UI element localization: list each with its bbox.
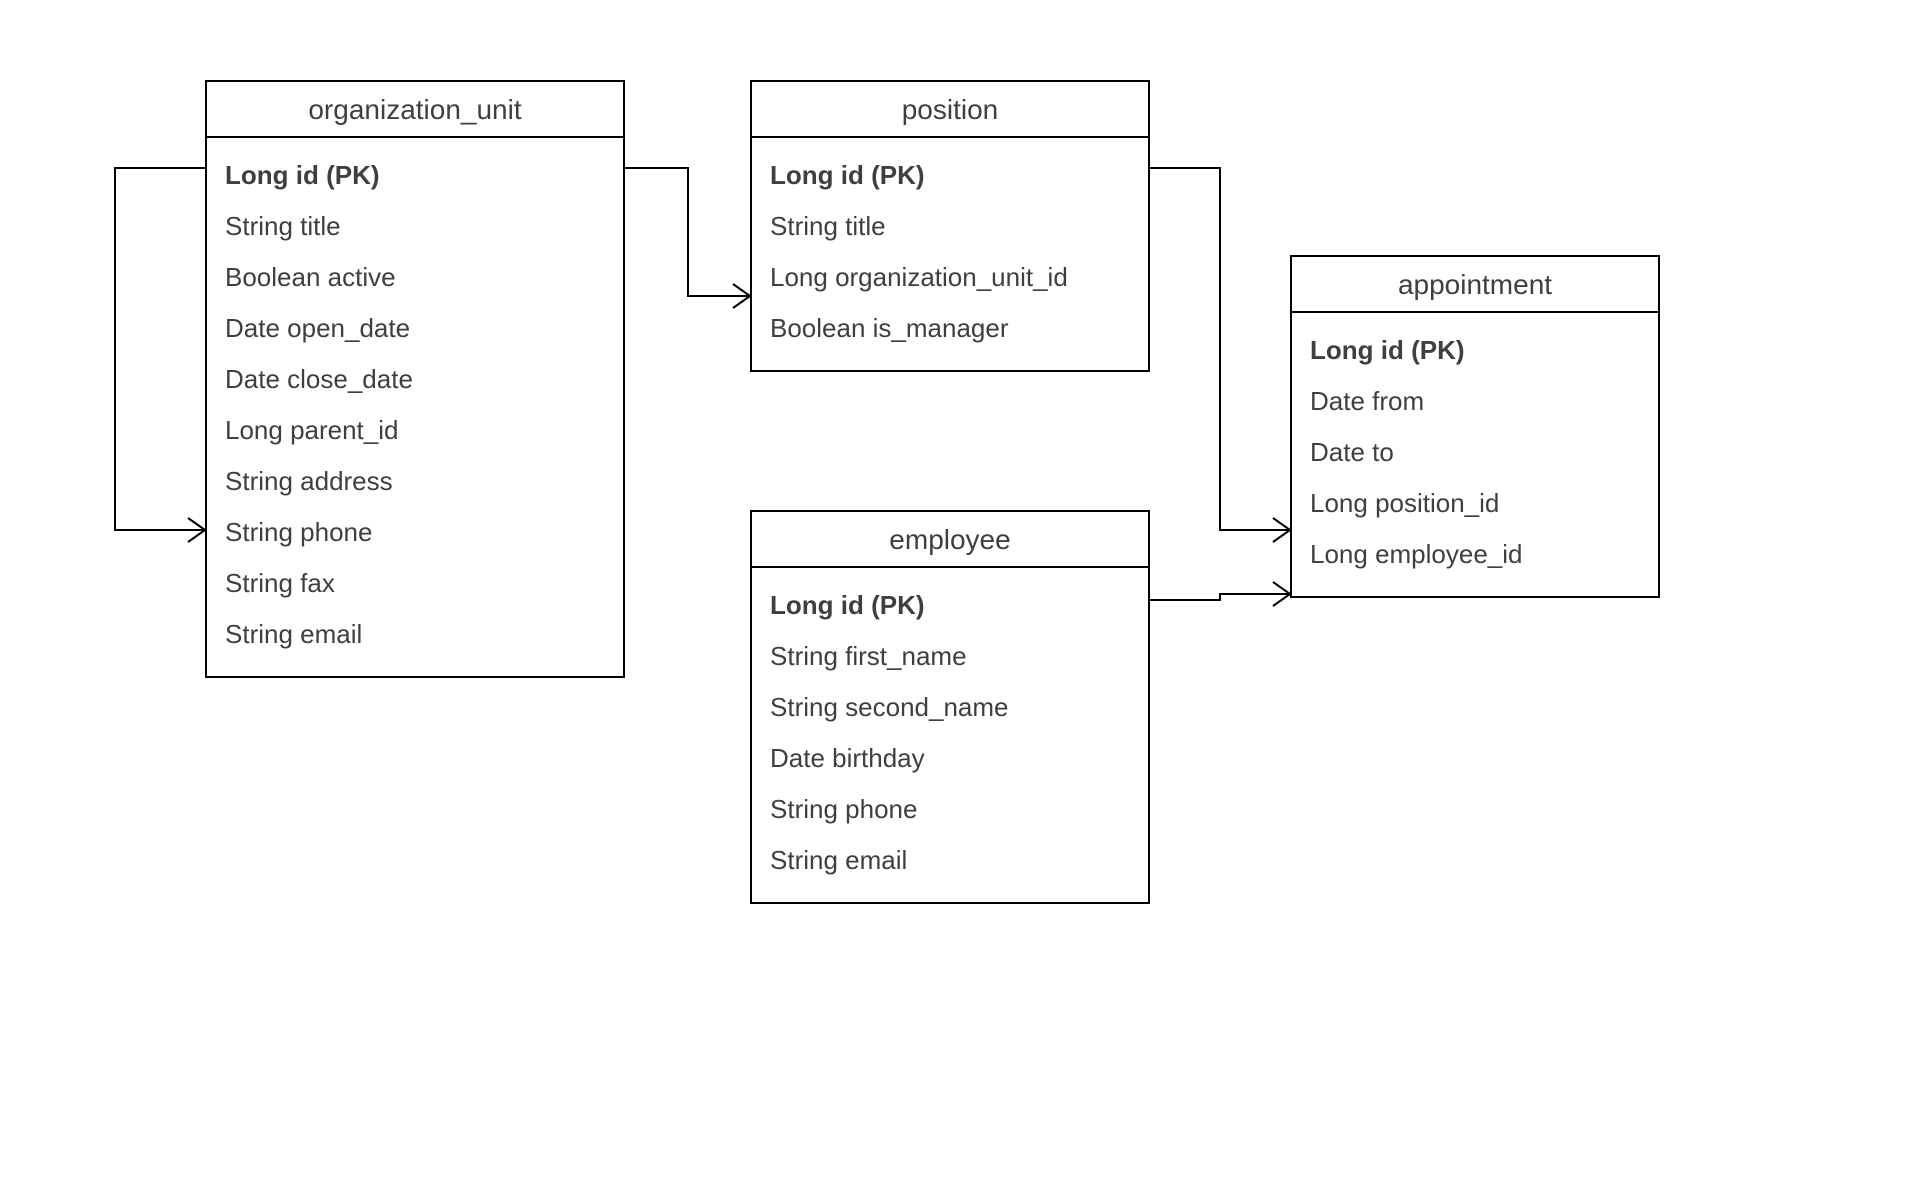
attr: Long parent_id	[225, 405, 605, 456]
entity-position: position Long id (PK) String title Long …	[750, 80, 1150, 372]
rel-orgunit-self	[115, 168, 205, 530]
attr: String second_name	[770, 682, 1130, 733]
attr: Long employee_id	[1310, 529, 1640, 580]
attr: String title	[770, 201, 1130, 252]
rel-employee-appointment	[1150, 594, 1290, 600]
attr: String first_name	[770, 631, 1130, 682]
crowfoot-icon	[1273, 582, 1290, 606]
rel-orgunit-position	[625, 168, 750, 296]
entity-title: appointment	[1292, 257, 1658, 313]
attr: String phone	[770, 784, 1130, 835]
attr: String address	[225, 456, 605, 507]
entity-title: employee	[752, 512, 1148, 568]
entity-title: organization_unit	[207, 82, 623, 138]
attr-pk: Long id (PK)	[225, 150, 605, 201]
attr: Date birthday	[770, 733, 1130, 784]
attr: String email	[225, 609, 605, 660]
crowfoot-icon	[188, 518, 205, 542]
attr: String email	[770, 835, 1130, 886]
attr: Boolean is_manager	[770, 303, 1130, 354]
attr: Long organization_unit_id	[770, 252, 1130, 303]
crowfoot-icon	[733, 284, 750, 308]
entity-employee: employee Long id (PK) String first_name …	[750, 510, 1150, 904]
attr: String fax	[225, 558, 605, 609]
entity-body: Long id (PK) String title Boolean active…	[207, 138, 623, 676]
entity-body: Long id (PK) Date from Date to Long posi…	[1292, 313, 1658, 596]
er-diagram-canvas: organization_unit Long id (PK) String ti…	[0, 0, 1920, 1180]
attr: String phone	[225, 507, 605, 558]
entity-body: Long id (PK) String title Long organizat…	[752, 138, 1148, 370]
rel-position-appointment	[1150, 168, 1290, 530]
attr: Long position_id	[1310, 478, 1640, 529]
entity-title: position	[752, 82, 1148, 138]
entity-organization-unit: organization_unit Long id (PK) String ti…	[205, 80, 625, 678]
attr-pk: Long id (PK)	[770, 580, 1130, 631]
entity-appointment: appointment Long id (PK) Date from Date …	[1290, 255, 1660, 598]
attr-pk: Long id (PK)	[1310, 325, 1640, 376]
attr: Date open_date	[225, 303, 605, 354]
crowfoot-icon	[1273, 518, 1290, 542]
attr: Boolean active	[225, 252, 605, 303]
attr-pk: Long id (PK)	[770, 150, 1130, 201]
entity-body: Long id (PK) String first_name String se…	[752, 568, 1148, 902]
attr: Date from	[1310, 376, 1640, 427]
attr: String title	[225, 201, 605, 252]
attr: Date close_date	[225, 354, 605, 405]
attr: Date to	[1310, 427, 1640, 478]
